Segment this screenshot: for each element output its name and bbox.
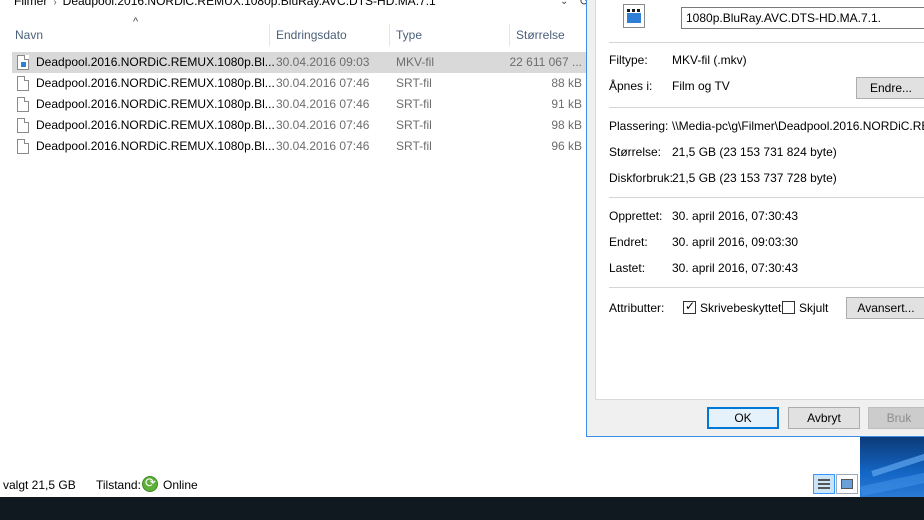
disk-usage-label: Diskforbruk:	[609, 171, 674, 185]
video-file-icon	[623, 4, 645, 28]
breadcrumb-item-folder[interactable]: Deadpool.2016.NORDiC.REMUX.1080p.BluRay.…	[63, 0, 436, 8]
file-size: 22 611 067 ...	[509, 55, 582, 69]
breadcrumb-item-filmer[interactable]: Filmer	[14, 0, 47, 8]
file-name: Deadpool.2016.NORDiC.REMUX.1080p.Bl...	[36, 76, 275, 90]
text-file-icon	[17, 139, 29, 154]
opens-with-value: Film og TV	[672, 79, 730, 93]
file-name: Deadpool.2016.NORDiC.REMUX.1080p.Bl...	[36, 97, 275, 111]
file-type: SRT-fil	[396, 118, 432, 132]
taskbar	[0, 497, 924, 520]
location-label: Plassering:	[609, 119, 669, 133]
sort-ascending-icon: ^	[133, 16, 139, 28]
file-row[interactable]: Deadpool.2016.NORDiC.REMUX.1080p.Bl... 30…	[12, 136, 586, 157]
accessed-value: 30. april 2016, 07:30:43	[672, 261, 799, 275]
status-bar: valgt 21,5 GB Tilstand: Online	[0, 474, 860, 496]
divider	[609, 287, 924, 288]
readonly-checkbox[interactable]: ✓	[683, 299, 696, 314]
file-type: SRT-fil	[396, 139, 432, 153]
details-view-icon	[818, 479, 830, 489]
wallpaper-beam	[871, 443, 924, 477]
sync-online-icon	[142, 475, 158, 492]
filetype-label: Filtype:	[609, 53, 648, 67]
file-size: 91 kB	[551, 97, 582, 111]
divider	[609, 197, 924, 198]
wallpaper-beam	[860, 467, 924, 497]
apply-button[interactable]: Bruk	[868, 407, 924, 429]
modified-value: 30. april 2016, 09:03:30	[672, 235, 799, 249]
state-label: Tilstand:	[96, 478, 141, 492]
modified-label: Endret:	[609, 235, 648, 249]
column-header-name[interactable]: Navn	[15, 24, 43, 46]
selection-size: valgt 21,5 GB	[3, 478, 76, 492]
file-date: 30.04.2016 07:46	[276, 97, 370, 111]
ok-button[interactable]: OK	[707, 407, 779, 429]
text-file-icon	[17, 118, 29, 133]
filetype-value: MKV-fil (.mkv)	[672, 53, 747, 67]
general-tab-panel: 1080p.BluRay.AVC.DTS-HD.MA.7.1. Filtype:…	[595, 0, 924, 400]
column-divider[interactable]	[269, 24, 270, 46]
file-name: Deadpool.2016.NORDiC.REMUX.1080p.Bl...	[36, 55, 275, 69]
change-button[interactable]: Endre...	[856, 77, 924, 99]
large-icons-view-icon	[841, 479, 853, 489]
file-date: 30.04.2016 07:46	[276, 139, 370, 153]
file-date: 30.04.2016 09:03	[276, 55, 370, 69]
breadcrumb-separator-icon: ›	[53, 0, 57, 8]
file-row[interactable]: Deadpool.2016.NORDiC.REMUX.1080p.Bl... 30…	[12, 73, 586, 94]
filename-field[interactable]: 1080p.BluRay.AVC.DTS-HD.MA.7.1.	[681, 7, 924, 29]
file-type: SRT-fil	[396, 97, 432, 111]
advanced-button[interactable]: Avansert...	[846, 297, 924, 319]
attributes-label: Attributter:	[609, 301, 665, 315]
clapperboard-icon	[627, 9, 641, 23]
created-label: Opprettet:	[609, 209, 663, 223]
column-header-size[interactable]: Størrelse	[516, 24, 565, 46]
hidden-checkbox[interactable]	[782, 301, 795, 314]
hidden-label[interactable]: Skjult	[799, 301, 828, 315]
location-value: \\Media-pc\g\Filmer\Deadpool.2016.NORDiC…	[672, 119, 924, 133]
video-file-icon	[17, 55, 29, 70]
cancel-button[interactable]: Avbryt	[788, 407, 860, 429]
file-size: 96 kB	[551, 139, 582, 153]
large-icons-view-button[interactable]	[836, 474, 858, 494]
file-name: Deadpool.2016.NORDiC.REMUX.1080p.Bl...	[36, 139, 275, 153]
file-row[interactable]: Deadpool.2016.NORDiC.REMUX.1080p.Bl... 30…	[12, 52, 586, 73]
opens-with-label: Åpnes i:	[609, 79, 653, 93]
text-file-icon	[17, 97, 29, 112]
disk-usage-value: 21,5 GB (23 153 737 728 byte)	[672, 171, 837, 185]
file-size: 88 kB	[551, 76, 582, 90]
filename-value: 1080p.BluRay.AVC.DTS-HD.MA.7.1.	[686, 11, 881, 25]
accessed-label: Lastet:	[609, 261, 646, 275]
divider	[609, 107, 924, 108]
file-name: Deadpool.2016.NORDiC.REMUX.1080p.Bl...	[36, 118, 275, 132]
state-value: Online	[163, 478, 198, 492]
column-divider[interactable]	[389, 24, 390, 46]
text-file-icon	[17, 76, 29, 91]
desktop-background	[860, 437, 924, 497]
breadcrumb-dropdown-icon[interactable]: ⌄	[560, 0, 568, 7]
created-value: 30. april 2016, 07:30:43	[672, 209, 799, 223]
video-badge-icon	[21, 62, 26, 67]
file-type: MKV-fil	[396, 55, 435, 69]
file-row[interactable]: Deadpool.2016.NORDiC.REMUX.1080p.Bl... 30…	[12, 94, 586, 115]
properties-dialog: 1080p.BluRay.AVC.DTS-HD.MA.7.1. Filtype:…	[586, 0, 924, 437]
readonly-label[interactable]: Skrivebeskyttet	[700, 301, 781, 315]
file-type: SRT-fil	[396, 76, 432, 90]
file-date: 30.04.2016 07:46	[276, 118, 370, 132]
breadcrumb: Filmer › Deadpool.2016.NORDiC.REMUX.1080p.…	[0, 0, 586, 10]
checkmark-icon: ✓	[685, 299, 696, 313]
column-header-type[interactable]: Type	[396, 24, 422, 46]
size-value: 21,5 GB (23 153 731 824 byte)	[672, 145, 837, 159]
column-divider[interactable]	[509, 24, 510, 46]
column-header-date[interactable]: Endringsdato	[276, 24, 347, 46]
divider	[609, 42, 924, 43]
file-row[interactable]: Deadpool.2016.NORDiC.REMUX.1080p.Bl... 30…	[12, 115, 586, 136]
file-size: 98 kB	[551, 118, 582, 132]
file-date: 30.04.2016 07:46	[276, 76, 370, 90]
size-label: Størrelse:	[609, 145, 662, 159]
details-view-button[interactable]	[813, 474, 835, 494]
